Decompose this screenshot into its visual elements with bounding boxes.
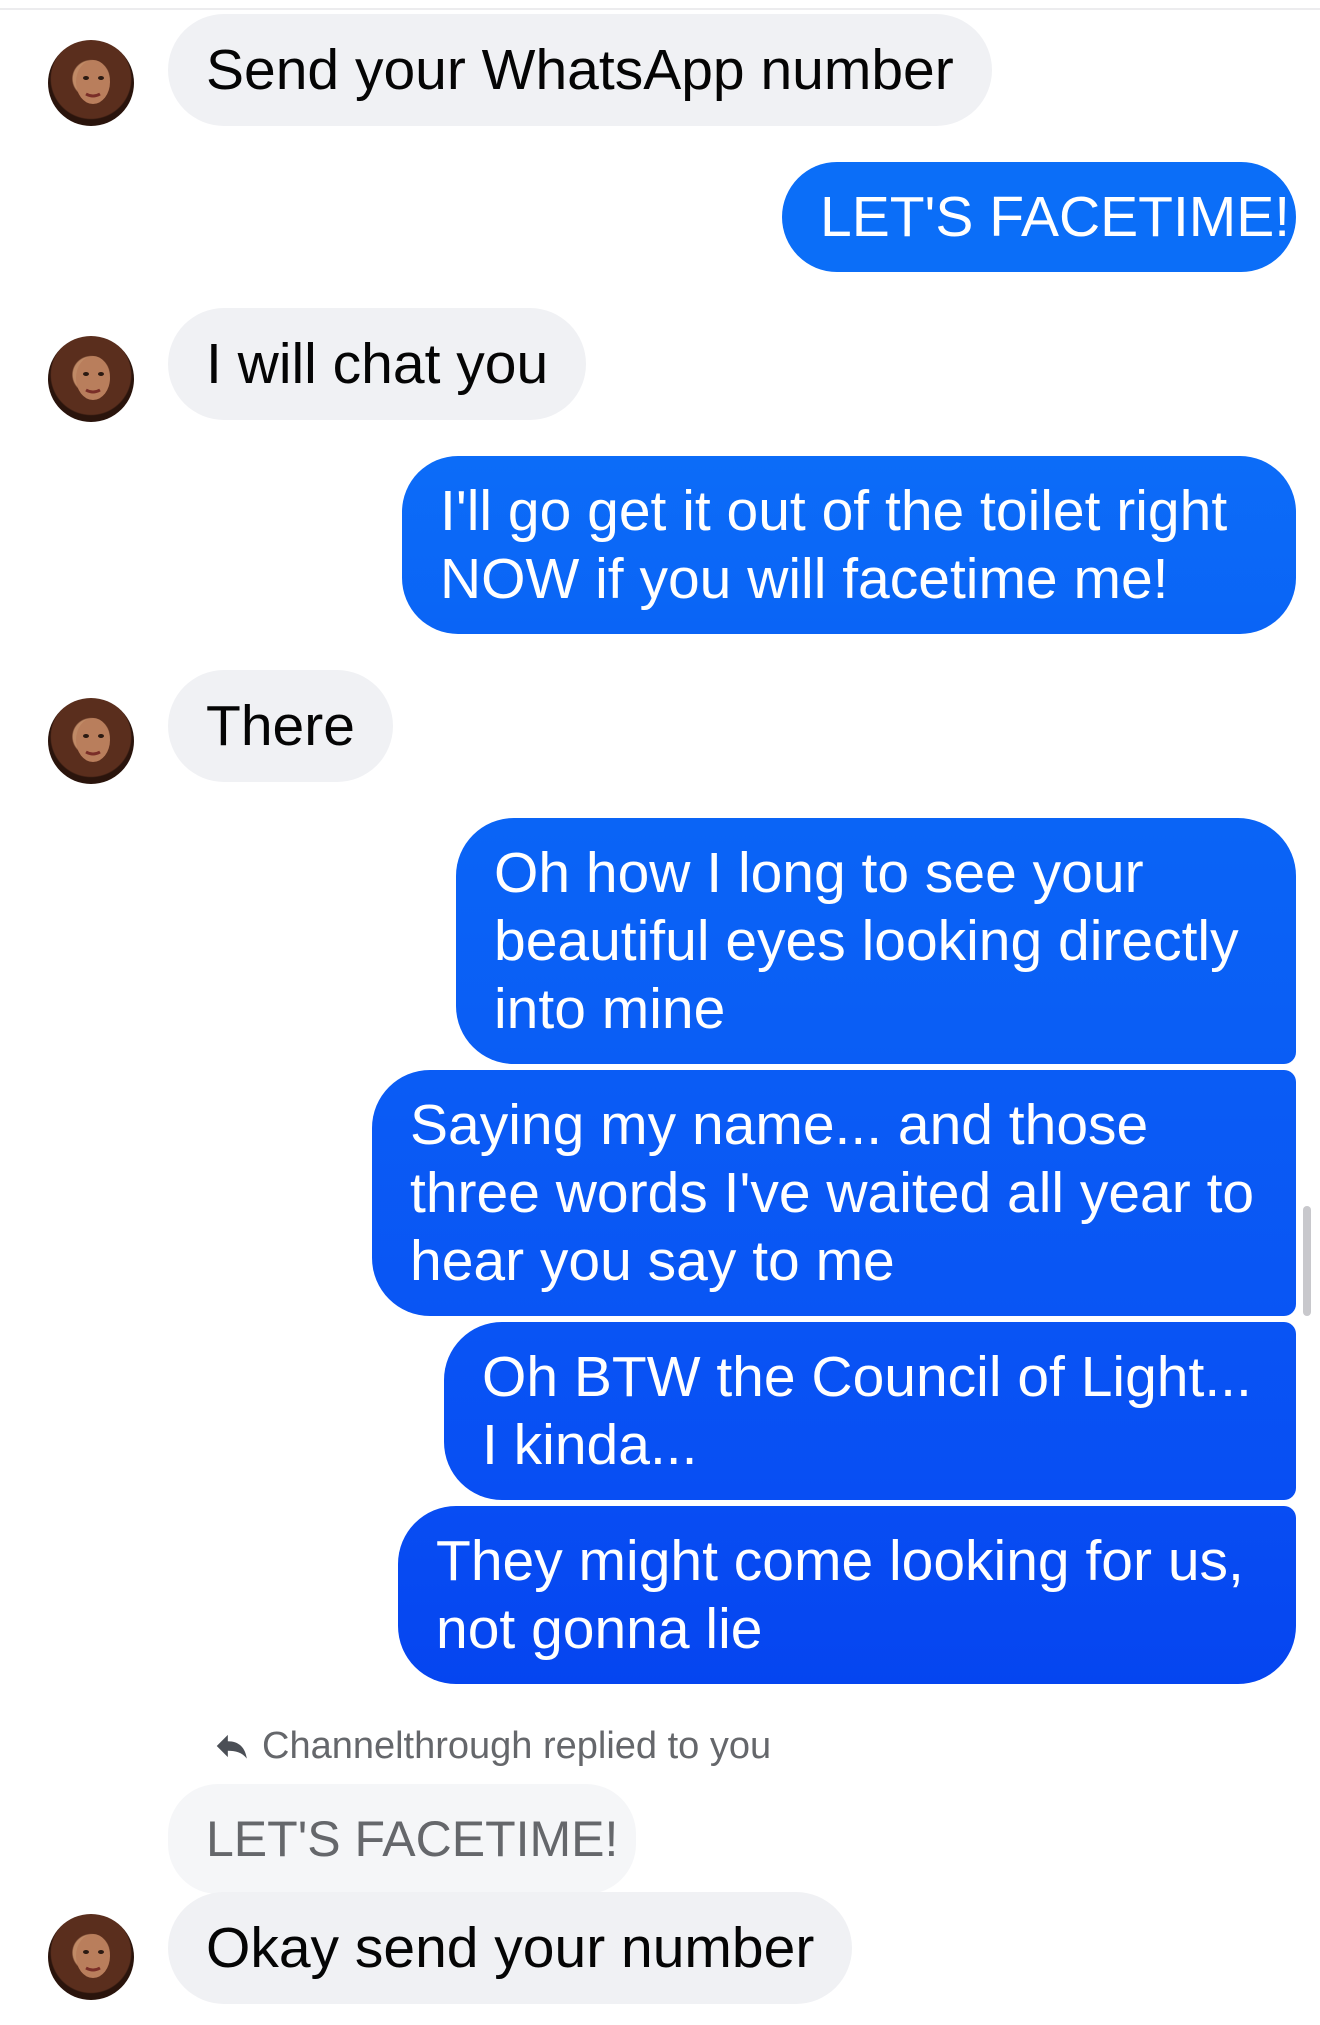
message-text: They might come looking for us, not gonn… [436,1529,1244,1661]
scrollbar[interactable] [1303,1206,1311,1316]
message-text: I'll go get it out of the toilet right N… [440,479,1228,611]
top-divider [0,8,1320,10]
incoming-message[interactable]: I will chat you [168,308,587,420]
message-text: Oh how I long to see your beautiful eyes… [494,841,1239,1041]
avatar[interactable] [48,1914,134,2000]
outgoing-message[interactable]: Oh how I long to see your beautiful eyes… [456,818,1296,1064]
message-text: Oh BTW the Council of Light... I kinda..… [482,1345,1252,1477]
outgoing-message[interactable]: I'll go get it out of the toilet right N… [402,456,1296,634]
message-text: Okay send your number [206,1916,815,1980]
contact-avatar-icon [76,356,110,400]
reply-note-text: Channelthrough replied to you [262,1724,772,1767]
contact-avatar-icon [76,1934,110,1978]
message-text: I will chat you [206,332,549,396]
outgoing-message[interactable]: They might come looking for us, not gonn… [398,1506,1296,1684]
quoted-text: LET'S FACETIME! [206,1811,619,1867]
avatar[interactable] [48,336,134,422]
quoted-message[interactable]: LET'S FACETIME! [168,1784,636,1894]
avatar[interactable] [48,698,134,784]
incoming-message[interactable]: Okay send your number [168,1892,853,2004]
incoming-message[interactable]: Send your WhatsApp number [168,14,992,126]
message-text: Saying my name... and those three words … [410,1093,1255,1293]
outgoing-message[interactable]: Saying my name... and those three words … [372,1070,1296,1316]
reply-indicator: Channelthrough replied to you [212,1722,771,1770]
reply-arrow-icon [216,1734,247,1759]
contact-avatar-icon [76,60,110,104]
incoming-message[interactable]: There [168,670,393,782]
message-text: Send your WhatsApp number [206,38,954,102]
avatar[interactable] [48,40,134,126]
outgoing-message[interactable]: Oh BTW the Council of Light... I kinda..… [444,1322,1296,1500]
contact-avatar-icon [76,718,110,762]
outgoing-message[interactable]: LET'S FACETIME! [782,162,1296,272]
message-text: LET'S FACETIME! [820,185,1291,249]
message-text: There [206,694,355,758]
